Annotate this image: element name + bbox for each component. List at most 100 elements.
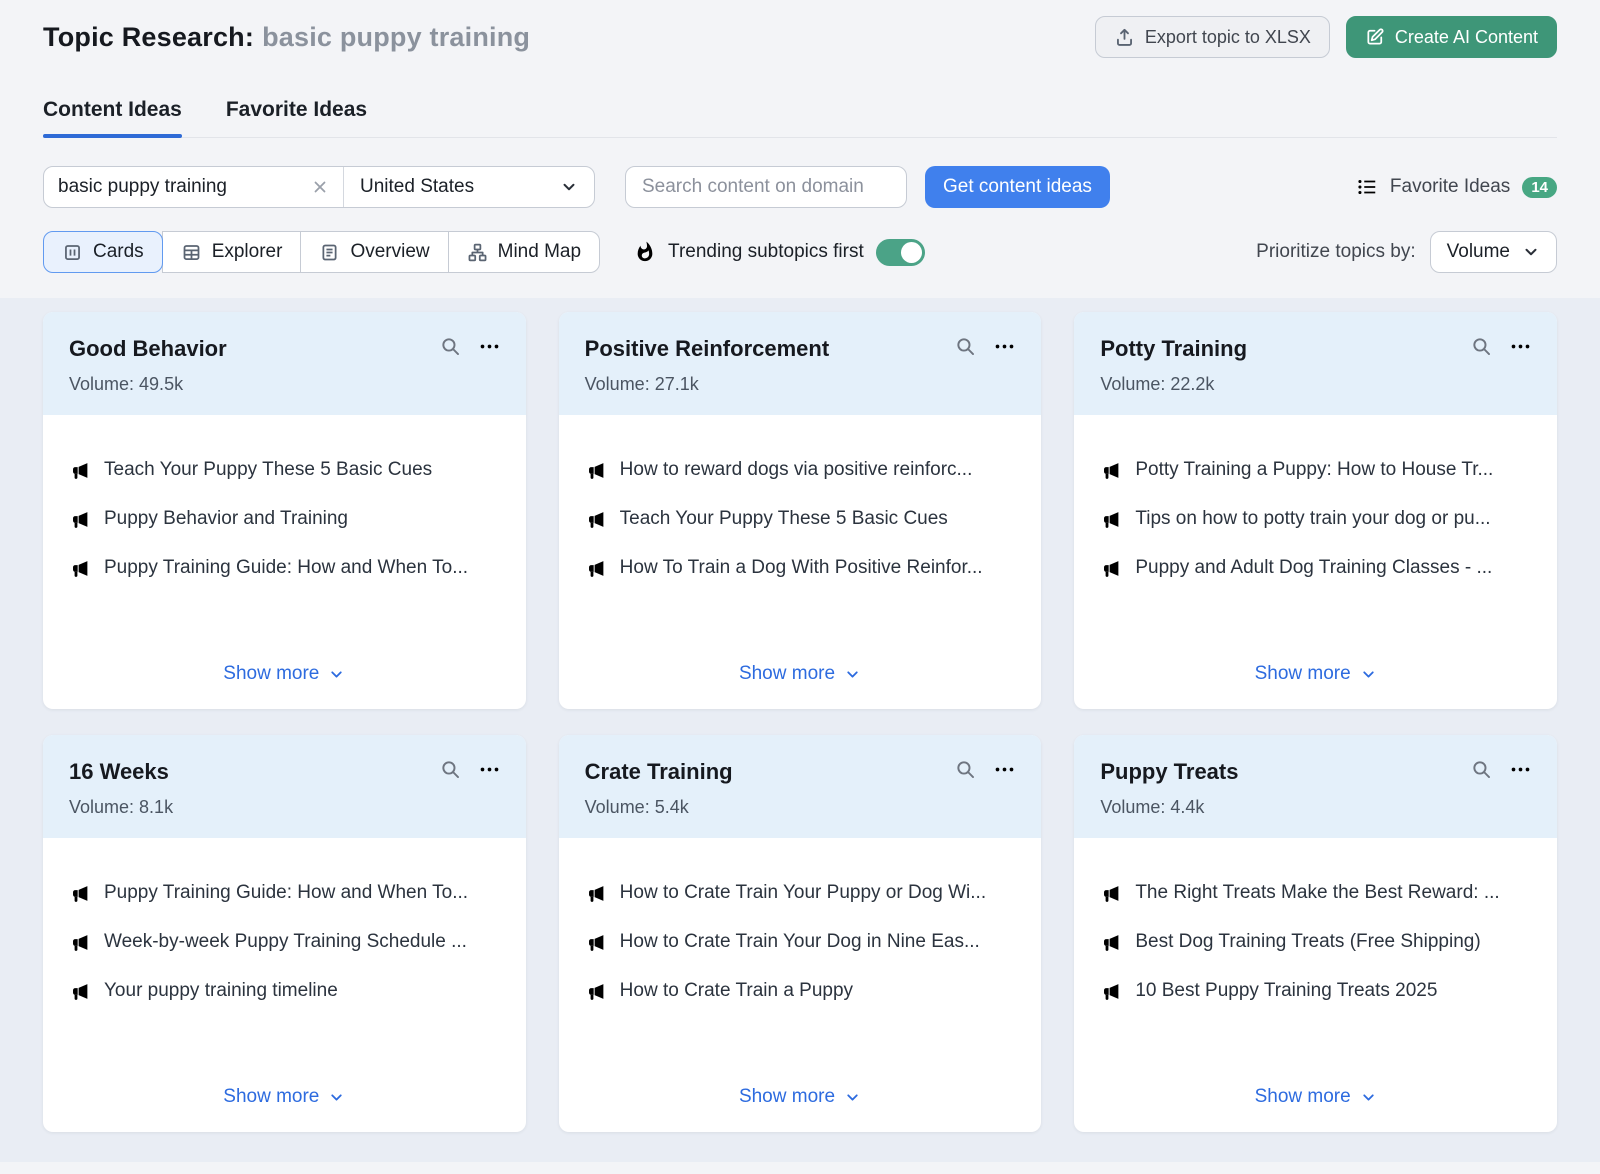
view-cards-label: Cards: [93, 241, 144, 263]
topic-title[interactable]: Good Behavior: [69, 336, 227, 362]
list-item[interactable]: Best Dog Training Treats (Free Shipping): [1100, 931, 1531, 953]
list-item[interactable]: Potty Training a Puppy: How to House Tr.…: [1100, 459, 1531, 481]
megaphone-icon: [585, 558, 606, 579]
show-more-button[interactable]: Show more: [585, 1086, 1016, 1112]
topic-card: Good Behavior Volume: 49.5k Teach Your P…: [43, 312, 526, 709]
idea-title: Potty Training a Puppy: How to House Tr.…: [1135, 459, 1493, 481]
megaphone-icon: [1100, 981, 1121, 1002]
topic-title[interactable]: 16 Weeks: [69, 759, 169, 785]
list-item[interactable]: Puppy Behavior and Training: [69, 508, 500, 530]
more-options-icon[interactable]: [1510, 336, 1531, 357]
top-section: Topic Research:basic puppy training Expo…: [0, 0, 1600, 298]
topic-card: Potty Training Volume: 22.2k Potty Train…: [1074, 312, 1557, 709]
megaphone-icon: [69, 981, 90, 1002]
topic-card-header: Positive Reinforcement Volume: 27.1k: [559, 312, 1042, 415]
view-explorer-button[interactable]: Explorer: [162, 231, 302, 273]
show-more-button[interactable]: Show more: [585, 663, 1016, 689]
show-more-button[interactable]: Show more: [1100, 663, 1531, 689]
view-explorer-label: Explorer: [212, 241, 283, 263]
search-topic-icon[interactable]: [1471, 759, 1492, 780]
edit-square-icon: [1365, 27, 1385, 47]
topic-card-header: 16 Weeks Volume: 8.1k: [43, 735, 526, 838]
topic-title[interactable]: Puppy Treats: [1100, 759, 1238, 785]
more-options-icon[interactable]: [994, 759, 1015, 780]
megaphone-icon: [585, 509, 606, 530]
get-content-ideas-button[interactable]: Get content ideas: [925, 166, 1110, 208]
search-topic-icon[interactable]: [1471, 336, 1492, 357]
chevron-down-icon: [328, 666, 345, 683]
topic-card: Puppy Treats Volume: 4.4k The Right Trea…: [1074, 735, 1557, 1132]
list-item[interactable]: How to Crate Train a Puppy: [585, 980, 1016, 1002]
list-item[interactable]: How to Crate Train Your Puppy or Dog Wi.…: [585, 882, 1016, 904]
prioritize-select[interactable]: Volume: [1430, 231, 1557, 273]
list-item[interactable]: Teach Your Puppy These 5 Basic Cues: [585, 508, 1016, 530]
megaphone-icon: [1100, 460, 1121, 481]
idea-list: How to reward dogs via positive reinforc…: [585, 435, 1016, 663]
megaphone-icon: [585, 981, 606, 1002]
list-item[interactable]: How to reward dogs via positive reinforc…: [585, 459, 1016, 481]
tab-favorite-ideas[interactable]: Favorite Ideas: [226, 98, 367, 137]
idea-title: Teach Your Puppy These 5 Basic Cues: [620, 508, 948, 530]
domain-search-input[interactable]: [625, 166, 907, 208]
trending-toggle[interactable]: [876, 239, 925, 266]
topic-card-header: Potty Training Volume: 22.2k: [1074, 312, 1557, 415]
idea-title: How to Crate Train Your Dog in Nine Eas.…: [620, 931, 980, 953]
chevron-down-icon: [560, 178, 578, 196]
topic-title[interactable]: Potty Training: [1100, 336, 1247, 362]
chevron-down-icon: [844, 666, 861, 683]
list-item[interactable]: Tips on how to potty train your dog or p…: [1100, 508, 1531, 530]
keyword-input[interactable]: [58, 176, 303, 198]
topic-title[interactable]: Positive Reinforcement: [585, 336, 830, 362]
overview-doc-icon: [319, 242, 340, 263]
megaphone-icon: [69, 460, 90, 481]
view-overview-button[interactable]: Overview: [300, 231, 448, 273]
topic-card-body: Potty Training a Puppy: How to House Tr.…: [1074, 415, 1557, 709]
clear-keyword-icon[interactable]: [311, 178, 329, 196]
idea-list: Teach Your Puppy These 5 Basic Cues Pupp…: [69, 435, 500, 663]
search-topic-icon[interactable]: [440, 336, 461, 357]
list-item[interactable]: Puppy Training Guide: How and When To...: [69, 882, 500, 904]
show-more-button[interactable]: Show more: [69, 663, 500, 689]
list-item[interactable]: Puppy and Adult Dog Training Classes - .…: [1100, 557, 1531, 579]
chevron-down-icon: [1360, 1089, 1377, 1106]
topic-title[interactable]: Crate Training: [585, 759, 733, 785]
more-options-icon[interactable]: [1510, 759, 1531, 780]
header-actions: Export topic to XLSX Create AI Content: [1095, 16, 1557, 58]
search-topic-icon[interactable]: [955, 759, 976, 780]
list-item[interactable]: How To Train a Dog With Positive Reinfor…: [585, 557, 1016, 579]
chevron-down-icon: [328, 1089, 345, 1106]
list-item[interactable]: The Right Treats Make the Best Reward: .…: [1100, 882, 1531, 904]
prioritize-control: Prioritize topics by: Volume: [1256, 231, 1557, 273]
show-more-button[interactable]: Show more: [69, 1086, 500, 1112]
flame-icon: [634, 241, 656, 263]
header: Topic Research:basic puppy training Expo…: [43, 16, 1557, 58]
list-item[interactable]: Your puppy training timeline: [69, 980, 500, 1002]
list-item[interactable]: Teach Your Puppy These 5 Basic Cues: [69, 459, 500, 481]
list-item[interactable]: Puppy Training Guide: How and When To...: [69, 557, 500, 579]
more-options-icon[interactable]: [479, 759, 500, 780]
list-item[interactable]: 10 Best Puppy Training Treats 2025: [1100, 980, 1531, 1002]
show-more-button[interactable]: Show more: [1100, 1086, 1531, 1112]
search-topic-icon[interactable]: [440, 759, 461, 780]
create-ai-content-button[interactable]: Create AI Content: [1346, 16, 1557, 58]
country-select[interactable]: United States: [344, 167, 594, 207]
idea-title: How to Crate Train a Puppy: [620, 980, 853, 1002]
view-mindmap-button[interactable]: Mind Map: [448, 231, 600, 273]
more-options-icon[interactable]: [479, 336, 500, 357]
more-options-icon[interactable]: [994, 336, 1015, 357]
tab-content-ideas[interactable]: Content Ideas: [43, 98, 182, 137]
idea-list: Puppy Training Guide: How and When To...…: [69, 858, 500, 1086]
show-more-label: Show more: [739, 663, 835, 685]
search-topic-icon[interactable]: [955, 336, 976, 357]
export-xlsx-button[interactable]: Export topic to XLSX: [1095, 16, 1330, 58]
idea-title: Puppy Training Guide: How and When To...: [104, 882, 468, 904]
list-item[interactable]: Week-by-week Puppy Training Schedule ...: [69, 931, 500, 953]
megaphone-icon: [69, 883, 90, 904]
favorite-ideas-link[interactable]: Favorite Ideas 14: [1356, 176, 1557, 198]
topic-card-header: Crate Training Volume: 5.4k: [559, 735, 1042, 838]
topic-card-body: The Right Treats Make the Best Reward: .…: [1074, 838, 1557, 1132]
view-cards-button[interactable]: Cards: [43, 231, 163, 273]
topic-volume: Volume: 8.1k: [69, 797, 500, 818]
upload-icon: [1114, 27, 1135, 48]
list-item[interactable]: How to Crate Train Your Dog in Nine Eas.…: [585, 931, 1016, 953]
